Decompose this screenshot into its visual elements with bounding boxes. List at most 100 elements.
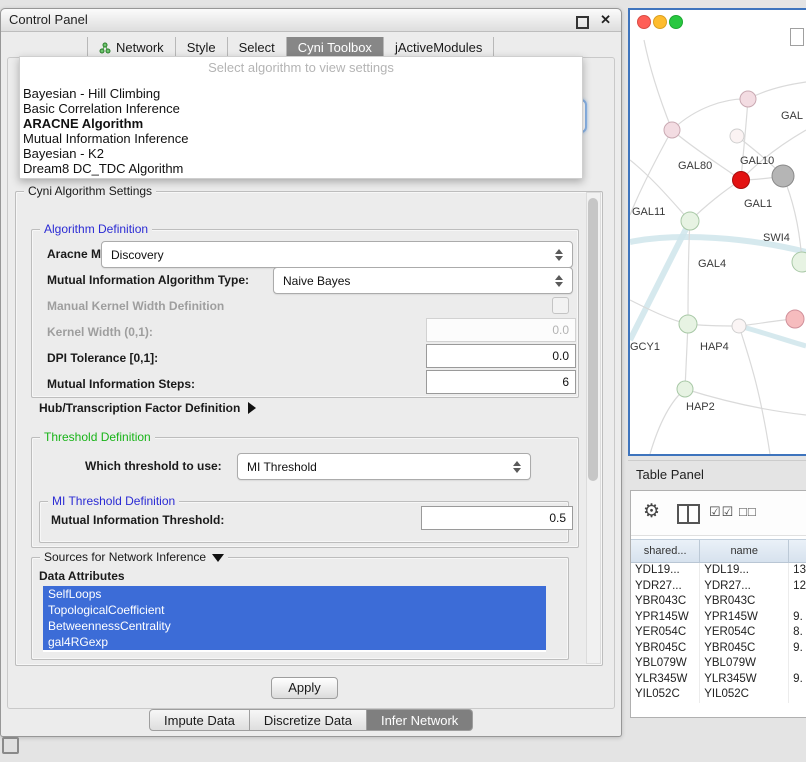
table-row[interactable]: YLR345W YLR345W 9. — [631, 672, 806, 688]
column-header-shared-name[interactable]: shared... — [631, 540, 700, 562]
table-row[interactable]: YIL052C YIL052C — [631, 687, 806, 703]
control-panel-titlebar[interactable]: Control Panel ✕ — [1, 9, 621, 32]
combo-arrows-icon — [550, 249, 567, 261]
mi-algorithm-type-select[interactable]: Naive Bayes — [273, 267, 573, 294]
window-title: Control Panel — [9, 9, 88, 31]
network-node[interactable] — [681, 212, 699, 230]
cell-value: 13 — [789, 563, 806, 579]
network-node-labels: GAL80 GAL10 GAL11 GAL1 SWI4 GAL4 GCY1 HA… — [630, 110, 803, 413]
table-row[interactable]: YBR043C YBR043C — [631, 594, 806, 610]
dpi-tolerance-value: 0.0 — [552, 349, 569, 363]
kernel-width-value: 0.0 — [552, 323, 569, 337]
combo-arrows-icon — [550, 275, 567, 287]
table-row[interactable]: YDR27... YDR27... 12 — [631, 579, 806, 595]
node-label: GAL4 — [698, 258, 726, 270]
close-icon[interactable]: ✕ — [600, 12, 611, 28]
kernel-width-field[interactable]: 0.0 — [426, 318, 576, 342]
network-node[interactable] — [792, 252, 806, 272]
minimize-traffic-light[interactable] — [653, 15, 667, 29]
sources-group-title[interactable]: Sources for Network Inference — [40, 550, 228, 564]
column-header-partial[interactable] — [789, 540, 806, 562]
zoom-traffic-light[interactable] — [669, 15, 683, 29]
table-panel: ⚙ ☑☑ □□ shared... name YDL19... YDL19...… — [630, 490, 806, 718]
mi-steps-field[interactable]: 6 — [426, 370, 576, 394]
which-threshold-label: Which threshold to use: — [85, 459, 222, 473]
cell-name: YBR045C — [700, 641, 789, 657]
table-panel-titlebar: Table Panel — [628, 460, 806, 489]
algorithm-option-selected[interactable]: ARACNE Algorithm — [20, 116, 582, 131]
cyni-algorithm-settings-title: Cyni Algorithm Settings — [24, 184, 156, 198]
algorithm-placeholder: Select algorithm to view settings — [20, 60, 582, 75]
network-node[interactable] — [740, 91, 756, 107]
cell-value — [789, 656, 806, 672]
control-panel-window: Control Panel ✕ Network Style Select — [0, 8, 622, 737]
float-window-icon[interactable] — [576, 16, 589, 29]
expander-arrow-icon — [248, 402, 256, 414]
cell-shared-name: YPR145W — [631, 610, 700, 626]
network-scrollbar-button[interactable] — [790, 28, 804, 46]
network-node-gray[interactable] — [772, 165, 794, 187]
cell-value: 8. — [789, 625, 806, 641]
network-node[interactable] — [677, 381, 693, 397]
network-node[interactable] — [732, 319, 746, 333]
algorithm-option[interactable]: Bayesian - K2 — [20, 146, 582, 161]
combo-arrows-icon — [508, 461, 525, 473]
aracne-mode-select[interactable]: Discovery — [101, 241, 573, 268]
algorithm-definition-title: Algorithm Definition — [40, 222, 152, 236]
mi-threshold-value: 0.5 — [549, 511, 566, 525]
settings-scrollbar-thumb[interactable] — [588, 198, 598, 481]
network-nodes[interactable] — [664, 91, 806, 397]
hub-definition-expander[interactable]: Hub/Transcription Factor Definition — [39, 401, 256, 415]
sources-title-text: Sources for Network Inference — [44, 550, 206, 564]
collapse-arrow-icon — [212, 554, 224, 562]
algorithm-option[interactable]: Basic Correlation Inference — [20, 101, 582, 116]
attribute-item-selected[interactable]: gal4RGexp — [43, 634, 546, 650]
apply-button[interactable]: Apply — [271, 677, 338, 699]
select-all-icon[interactable]: ☑☑ — [709, 504, 734, 520]
algorithm-option[interactable]: Bayesian - Hill Climbing — [20, 86, 582, 101]
network-node-red[interactable] — [733, 172, 750, 189]
node-label: GAL80 — [678, 160, 712, 172]
mi-threshold-field[interactable]: 0.5 — [421, 506, 573, 530]
manual-kernel-width-checkbox[interactable] — [552, 297, 569, 314]
cell-shared-name: YBL079W — [631, 656, 700, 672]
minimized-window-icon[interactable] — [2, 737, 19, 754]
network-node[interactable] — [679, 315, 697, 333]
table-row[interactable]: YPR145W YPR145W 9. — [631, 610, 806, 626]
table-row[interactable]: YBL079W YBL079W — [631, 656, 806, 672]
column-header-name[interactable]: name — [700, 540, 789, 562]
columns-icon[interactable] — [677, 504, 700, 524]
network-node-pink[interactable] — [786, 310, 804, 328]
cell-value: 12 — [789, 579, 806, 595]
tab-discretize-data[interactable]: Discretize Data — [250, 709, 367, 731]
node-label: GAL11 — [632, 206, 665, 218]
close-traffic-light[interactable] — [637, 15, 651, 29]
cell-value: 9. — [789, 641, 806, 657]
which-threshold-select[interactable]: MI Threshold — [237, 453, 531, 480]
table-row[interactable]: YBR045C YBR045C 9. — [631, 641, 806, 657]
table-row[interactable]: YDL19... YDL19... 13 — [631, 563, 806, 579]
network-view-window[interactable]: GAL80 GAL10 GAL11 GAL1 SWI4 GAL4 GCY1 HA… — [628, 8, 806, 456]
tab-infer-network[interactable]: Infer Network — [367, 709, 473, 731]
network-node[interactable] — [664, 122, 680, 138]
attribute-item-selected[interactable]: TopologicalCoefficient — [43, 602, 546, 618]
cell-name: YBL079W — [700, 656, 789, 672]
node-label: GCY1 — [630, 341, 660, 353]
gear-icon[interactable]: ⚙ — [643, 500, 660, 524]
attribute-item-selected[interactable]: BetweennessCentrality — [43, 618, 546, 634]
dpi-tolerance-field[interactable]: 0.0 — [426, 344, 576, 368]
network-node[interactable] — [730, 129, 744, 143]
node-label: HAP2 — [686, 401, 715, 413]
network-view[interactable]: GAL80 GAL10 GAL11 GAL1 SWI4 GAL4 GCY1 HA… — [630, 10, 806, 454]
cell-name: YIL052C — [700, 687, 789, 703]
select-none-icon[interactable]: □□ — [739, 504, 757, 519]
algorithm-option[interactable]: Dream8 DC_TDC Algorithm — [20, 161, 582, 176]
manual-kernel-width-label: Manual Kernel Width Definition — [47, 299, 224, 313]
tab-impute-data[interactable]: Impute Data — [149, 709, 250, 731]
attribute-item-selected[interactable]: SelfLoops — [43, 586, 546, 602]
cell-value: 9. — [789, 610, 806, 626]
data-attributes-list: SelfLoops TopologicalCoefficient Between… — [43, 586, 546, 652]
table-row[interactable]: YER054C YER054C 8. — [631, 625, 806, 641]
bottom-tabbar: Impute Data Discretize Data Infer Networ… — [149, 709, 473, 731]
algorithm-option[interactable]: Mutual Information Inference — [20, 131, 582, 146]
